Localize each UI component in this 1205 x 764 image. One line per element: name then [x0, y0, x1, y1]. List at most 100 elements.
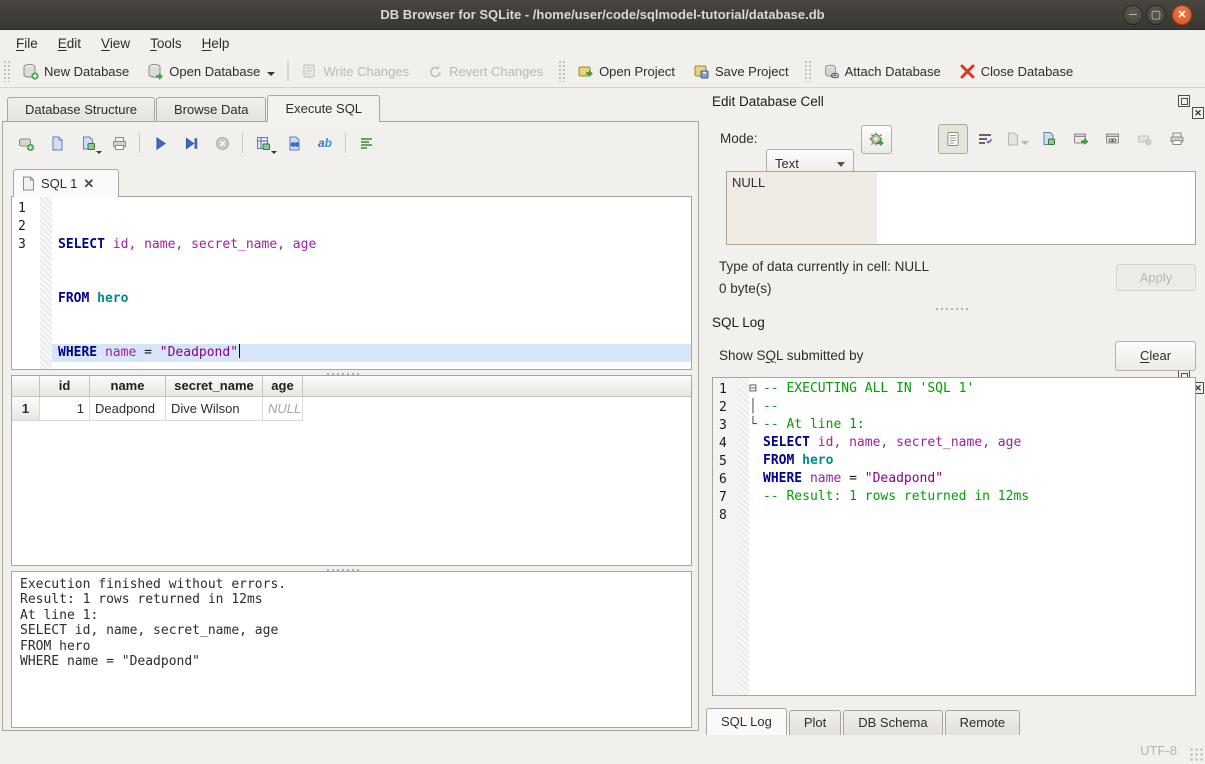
- column-header-secret-name[interactable]: secret_name: [166, 376, 263, 396]
- open-project-button[interactable]: Open Project: [568, 59, 684, 84]
- toolbar-handle[interactable]: [3, 60, 10, 82]
- execute-line-button[interactable]: [180, 132, 202, 154]
- mode-label: Mode:: [720, 131, 758, 146]
- log-line: -- Result: 1 rows returned in 12ms: [749, 489, 1195, 507]
- dock-tab-remote[interactable]: Remote: [945, 710, 1021, 735]
- mode-value: Text: [775, 156, 799, 171]
- open-sql-file-button[interactable]: [46, 132, 68, 154]
- execute-all-button[interactable]: [149, 132, 171, 154]
- open-database-dropdown-icon[interactable]: [267, 72, 275, 76]
- open-external-button[interactable]: [1066, 124, 1096, 154]
- open-external-icon: [1073, 131, 1089, 147]
- menu-tools[interactable]: Tools: [140, 34, 192, 53]
- log-fold-margin: [739, 378, 749, 695]
- close-panel-icon[interactable]: ✕: [1192, 107, 1204, 119]
- close-database-button[interactable]: Close Database: [950, 59, 1083, 84]
- menu-help[interactable]: Help: [192, 34, 240, 53]
- stop-button: [211, 132, 233, 154]
- apply-button: Apply: [1116, 264, 1196, 291]
- cell-toolbar: [938, 124, 1192, 154]
- close-icon[interactable]: ✕: [1172, 5, 1192, 25]
- code-line: SELECT id, name, secret_name, age: [52, 236, 691, 254]
- column-header-id[interactable]: id: [40, 376, 90, 396]
- resize-grip-icon[interactable]: [1189, 747, 1203, 761]
- log-line: └-- At line 1:: [749, 417, 1195, 435]
- cell-secret-name[interactable]: Dive Wilson: [166, 397, 263, 421]
- float-panel-icon[interactable]: [1178, 95, 1190, 107]
- save-results-dropdown-icon[interactable]: [271, 151, 277, 154]
- find-replace-icon: [286, 135, 303, 152]
- titlebar[interactable]: DB Browser for SQLite - /home/user/code/…: [0, 0, 1205, 30]
- save-results-button[interactable]: [252, 132, 274, 154]
- log-line: SELECT id, name, secret_name, age: [749, 435, 1195, 453]
- menu-file[interactable]: File: [6, 34, 48, 53]
- toolbar-handle[interactable]: [804, 60, 811, 82]
- tab-browse-data[interactable]: Browse Data: [156, 97, 266, 122]
- cell-editor[interactable]: NULL: [726, 171, 1196, 245]
- save-sql-file-button[interactable]: [77, 132, 99, 154]
- window-title: DB Browser for SQLite - /home/user/code/…: [0, 0, 1205, 30]
- sql-log-view[interactable]: 12 34 56 78 ⊟-- EXECUTING ALL IN 'SQL 1'…: [712, 377, 1196, 696]
- execution-message-panel[interactable]: Execution finished without errors.Result…: [11, 571, 692, 728]
- sql-log-panel-title: SQL Log: [712, 315, 765, 330]
- open-sql-file-icon: [49, 135, 66, 152]
- word-wrap-button[interactable]: [970, 124, 1000, 154]
- sql-tab[interactable]: SQL 1 ✕: [13, 169, 119, 197]
- close-sql-tab-icon[interactable]: ✕: [83, 176, 94, 192]
- execute-line-icon: [183, 135, 200, 152]
- clear-button[interactable]: Clear: [1115, 341, 1196, 371]
- export-button[interactable]: [1034, 124, 1064, 154]
- print-cell-button[interactable]: [1162, 124, 1192, 154]
- new-database-button[interactable]: New Database: [13, 59, 138, 84]
- apply-as-button[interactable]: [861, 125, 892, 154]
- toolbar-separator: [287, 61, 289, 81]
- save-project-button[interactable]: Save Project: [684, 59, 798, 84]
- import-button: [1002, 124, 1032, 154]
- cell-name[interactable]: Deadpond: [90, 397, 166, 421]
- message-line: Execution finished without errors.: [20, 577, 683, 592]
- save-sql-dropdown-icon[interactable]: [96, 151, 102, 154]
- maximize-icon[interactable]: ▢: [1146, 5, 1166, 25]
- cell-type-text: Type of data currently in cell: NULL: [719, 259, 929, 274]
- cell-age[interactable]: NULL: [263, 397, 303, 421]
- word-wrap-button[interactable]: [355, 132, 377, 154]
- open-database-button[interactable]: Open Database: [138, 59, 284, 84]
- text-mode-button[interactable]: [938, 124, 968, 154]
- link-button[interactable]: [1098, 124, 1128, 154]
- cell-id[interactable]: 1: [40, 397, 90, 421]
- open-database-icon: [147, 63, 164, 80]
- find-replace-button[interactable]: [283, 132, 305, 154]
- main-tab-bar: Database Structure Browse Data Execute S…: [7, 95, 381, 122]
- dock-tab-db-schema[interactable]: DB Schema: [843, 710, 942, 735]
- corner-header-cell[interactable]: [12, 376, 40, 396]
- menu-view[interactable]: View: [91, 34, 140, 53]
- attach-database-icon: [823, 63, 840, 80]
- results-header-row: id name secret_name age: [12, 376, 691, 397]
- message-line: WHERE name = "Deadpond": [20, 654, 683, 669]
- link-icon: [1105, 131, 1121, 147]
- tab-database-structure[interactable]: Database Structure: [7, 97, 155, 122]
- document-icon: [22, 176, 35, 191]
- editor-code[interactable]: SELECT id, name, secret_name, age FROM h…: [52, 197, 691, 369]
- sql-editor[interactable]: 1 2 3 SELECT id, name, secret_name, age …: [11, 196, 692, 370]
- code-line-current: WHERE name = "Deadpond": [52, 344, 691, 362]
- splitter-handle[interactable]: [934, 306, 970, 311]
- attach-database-button[interactable]: Attach Database: [814, 59, 950, 84]
- print-button[interactable]: [108, 132, 130, 154]
- open-new-tab-button[interactable]: [15, 132, 37, 154]
- message-line: At line 1:: [20, 608, 683, 623]
- dock-tab-sql-log[interactable]: SQL Log: [706, 708, 787, 735]
- log-line: WHERE name = "Deadpond": [749, 471, 1195, 489]
- format-sql-button[interactable]: ab: [314, 132, 336, 154]
- revert-changes-button: Revert Changes: [418, 59, 552, 84]
- table-row[interactable]: 1 1 Deadpond Dive Wilson NULL: [12, 397, 691, 421]
- dock-tab-plot[interactable]: Plot: [789, 710, 841, 735]
- menu-edit[interactable]: Edit: [48, 34, 91, 53]
- row-number-cell[interactable]: 1: [12, 397, 40, 421]
- tab-execute-sql[interactable]: Execute SQL: [267, 95, 380, 122]
- column-header-age[interactable]: age: [263, 376, 303, 396]
- column-header-name[interactable]: name: [90, 376, 166, 396]
- minimize-icon[interactable]: ─: [1123, 5, 1143, 25]
- word-wrap-icon: [977, 131, 993, 147]
- toolbar-handle[interactable]: [558, 60, 565, 82]
